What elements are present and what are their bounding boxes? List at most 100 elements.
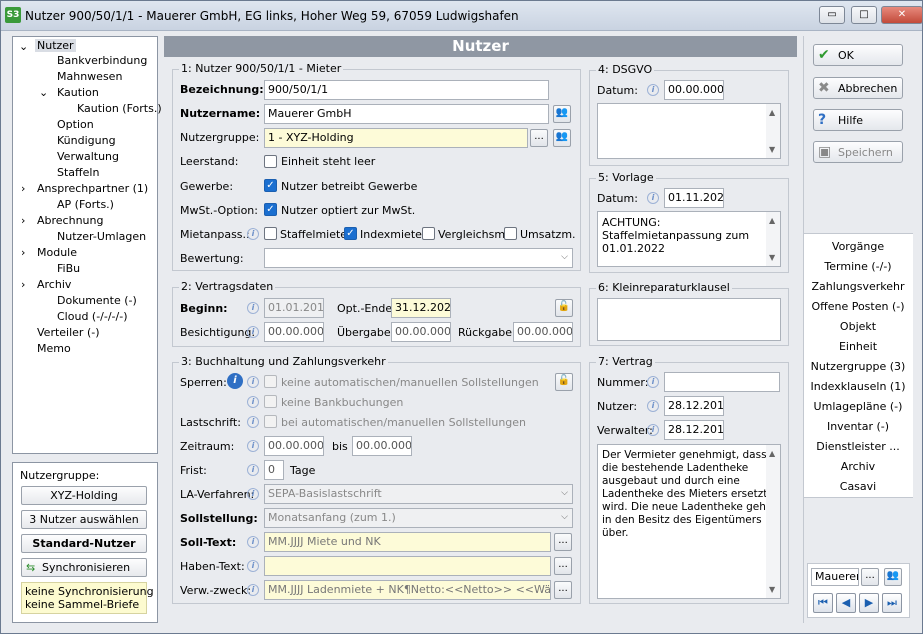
tree-item-module[interactable]: Module bbox=[37, 246, 77, 259]
last-record-icon[interactable]: ⏭ bbox=[882, 593, 902, 613]
expand-icon[interactable]: › bbox=[21, 214, 25, 227]
vertrag-nutzer-field[interactable]: 28.12.2016 bbox=[664, 396, 724, 416]
kleinreparatur-memo[interactable] bbox=[597, 298, 781, 341]
zeitraum-from-field[interactable]: 00.00.0000 bbox=[264, 436, 324, 456]
tree-item-verwaltung[interactable]: Verwaltung bbox=[57, 150, 119, 163]
info-icon[interactable]: i bbox=[247, 488, 259, 500]
info-icon[interactable]: i bbox=[247, 416, 259, 428]
vorlage-datum-field[interactable]: 01.11.2021 bbox=[664, 188, 724, 208]
previous-record-icon[interactable]: ◀ bbox=[836, 593, 856, 613]
tree-item-option[interactable]: Option bbox=[57, 118, 94, 131]
nutzergruppe-field[interactable]: 1 - XYZ-Holding bbox=[264, 128, 528, 148]
close-button[interactable]: ✕ bbox=[881, 6, 923, 24]
select-users-button[interactable]: 3 Nutzer auswählen bbox=[21, 510, 147, 529]
scrollbar[interactable]: ▲ ▼ bbox=[766, 104, 780, 158]
frist-field[interactable]: 0 bbox=[264, 460, 284, 480]
sperr-bank-checkbox[interactable] bbox=[264, 395, 277, 408]
link-dienstleister[interactable]: Dienstleister ... bbox=[804, 440, 912, 453]
rueckgabe-field[interactable]: 00.00.0000 bbox=[513, 322, 573, 342]
scroll-down-icon[interactable]: ▼ bbox=[769, 583, 775, 596]
scrollbar[interactable]: ▲ ▼ bbox=[766, 212, 780, 266]
contacts-icon[interactable]: 👥 bbox=[553, 105, 571, 123]
expand-icon[interactable]: › bbox=[21, 246, 25, 259]
first-record-icon[interactable]: ⏮ bbox=[813, 593, 833, 613]
bezeichnung-field[interactable]: 900/50/1/1 bbox=[264, 80, 549, 100]
info-icon[interactable]: i bbox=[647, 400, 659, 412]
link-termine[interactable]: Termine (-/-) bbox=[804, 260, 912, 273]
vergleichsmiete-checkbox[interactable] bbox=[422, 227, 435, 240]
dsgvo-memo[interactable]: ▲ ▼ bbox=[597, 103, 781, 159]
save-button[interactable]: ▣ Speichern bbox=[813, 141, 903, 163]
dsgvo-datum-field[interactable]: 00.00.0000 bbox=[664, 80, 724, 100]
sperr-soll-checkbox[interactable] bbox=[264, 375, 277, 388]
tree-item-bankverbindung[interactable]: Bankverbindung bbox=[57, 54, 147, 67]
vorlage-memo[interactable]: ACHTUNG: Staffelmietanpassung zum 01.01.… bbox=[597, 211, 781, 267]
vertrag-verwalter-field[interactable]: 28.12.2016 bbox=[664, 420, 724, 440]
tree-item-memo[interactable]: Memo bbox=[37, 342, 71, 355]
tree-item-abrechnung[interactable]: Abrechnung bbox=[37, 214, 103, 227]
tree-item-nutzer-umlagen[interactable]: Nutzer-Umlagen bbox=[57, 230, 146, 243]
link-inventar[interactable]: Inventar (-) bbox=[804, 420, 912, 433]
ok-button[interactable]: ✔ OK bbox=[813, 44, 903, 66]
lock-icon[interactable]: 🔓 bbox=[555, 373, 573, 391]
info-icon[interactable]: i bbox=[247, 228, 259, 240]
lock-icon[interactable]: 🔓 bbox=[555, 299, 573, 317]
record-search-button[interactable]: ... bbox=[861, 568, 879, 586]
zeitraum-to-field[interactable]: 00.00.0000 bbox=[352, 436, 412, 456]
info-icon[interactable]: i bbox=[647, 376, 659, 388]
info-icon[interactable]: i bbox=[647, 84, 659, 96]
link-archiv[interactable]: Archiv bbox=[804, 460, 912, 473]
tree-item-kaution[interactable]: Kaution bbox=[57, 86, 99, 99]
nutzergruppe-browse-button[interactable]: ... bbox=[530, 129, 548, 147]
umsatzmiete-checkbox[interactable] bbox=[504, 227, 517, 240]
mwst-checkbox[interactable]: ✓ bbox=[264, 203, 277, 216]
expand-icon[interactable]: › bbox=[21, 182, 25, 195]
link-umlageplaene[interactable]: Umlagepläne (-) bbox=[804, 400, 912, 413]
help-button[interactable]: ? Hilfe bbox=[813, 109, 903, 131]
info-icon[interactable]: i bbox=[247, 302, 259, 314]
haben-text-browse-button[interactable]: ... bbox=[554, 557, 572, 575]
soll-text-field[interactable]: MM.JJJJ Miete und NK bbox=[264, 532, 551, 552]
lastschrift-checkbox[interactable] bbox=[264, 415, 277, 428]
vertrag-nummer-field[interactable] bbox=[664, 372, 780, 392]
info-icon[interactable]: i bbox=[247, 326, 259, 338]
scroll-up-icon[interactable]: ▲ bbox=[769, 447, 775, 460]
expand-icon[interactable]: › bbox=[21, 278, 25, 291]
vertrag-memo[interactable]: Der Vermieter genehmigt, dass die besteh… bbox=[597, 444, 781, 599]
info-icon[interactable]: i bbox=[247, 396, 259, 408]
bewertung-select[interactable]: ⌵ bbox=[264, 248, 573, 268]
tree-item-mahnwesen[interactable]: Mahnwesen bbox=[57, 70, 122, 83]
scrollbar[interactable]: ▲ ▼ bbox=[766, 445, 780, 598]
nutzername-field[interactable]: Mauerer GmbH bbox=[264, 104, 549, 124]
sollstellung-select[interactable]: Monatsanfang (zum 1.) ⌵ bbox=[264, 508, 573, 528]
besichtigung-field[interactable]: 00.00.0000 bbox=[264, 322, 324, 342]
collapse-icon[interactable]: ⌄ bbox=[19, 40, 28, 53]
contacts-icon[interactable]: 👥 bbox=[553, 129, 571, 147]
next-record-icon[interactable]: ▶ bbox=[859, 593, 879, 613]
tree-item-verteiler[interactable]: Verteiler (-) bbox=[37, 326, 100, 339]
contacts-icon[interactable]: 👥 bbox=[884, 568, 902, 586]
cancel-button[interactable]: ✖ Abbrechen bbox=[813, 77, 903, 99]
link-objekt[interactable]: Objekt bbox=[804, 320, 912, 333]
beginn-field[interactable]: 01.01.2017 bbox=[264, 298, 324, 318]
info-icon[interactable]: i bbox=[247, 560, 259, 572]
link-indexklauseln[interactable]: Indexklauseln (1) bbox=[804, 380, 912, 393]
gewerbe-checkbox[interactable]: ✓ bbox=[264, 179, 277, 192]
info-icon[interactable]: i bbox=[247, 376, 259, 388]
scroll-down-icon[interactable]: ▼ bbox=[769, 251, 775, 264]
maximize-button[interactable]: □ bbox=[851, 6, 877, 24]
sync-button[interactable]: ⇆ Synchronisieren bbox=[21, 558, 147, 577]
group-button[interactable]: XYZ-Holding bbox=[21, 486, 147, 505]
uebergabe-field[interactable]: 00.00.0000 bbox=[391, 322, 451, 342]
staffelmiete-checkbox[interactable] bbox=[264, 227, 277, 240]
tree-item-fibu[interactable]: FiBu bbox=[57, 262, 80, 275]
scroll-down-icon[interactable]: ▼ bbox=[769, 143, 775, 156]
info-icon[interactable]: i bbox=[247, 584, 259, 596]
scroll-up-icon[interactable]: ▲ bbox=[769, 106, 775, 119]
tree-item-cloud[interactable]: Cloud (-/-/-/-) bbox=[57, 310, 128, 323]
info-filled-icon[interactable]: i bbox=[227, 373, 243, 389]
scroll-up-icon[interactable]: ▲ bbox=[769, 214, 775, 227]
standard-user-button[interactable]: Standard-Nutzer bbox=[21, 534, 147, 553]
verwendungszweck-browse-button[interactable]: ... bbox=[554, 581, 572, 599]
link-offene-posten[interactable]: Offene Posten (-) bbox=[804, 300, 912, 313]
